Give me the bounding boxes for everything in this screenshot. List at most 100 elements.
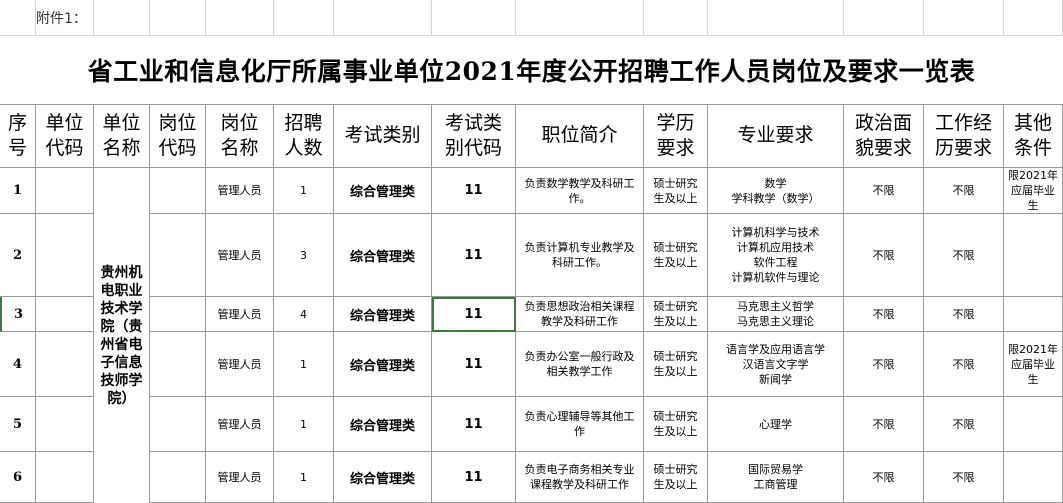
- grid-cell[interactable]: [844, 0, 924, 36]
- cell-unit-code[interactable]: [36, 297, 94, 332]
- cell-intro[interactable]: 负责办公室一般行政及相关教学工作: [516, 332, 644, 397]
- header-post-name: 岗位 名称: [206, 104, 274, 168]
- header-unit-name: 单位 名称: [94, 104, 150, 168]
- cell-major[interactable]: 计算机科学与技术 计算机应用技术 软件工程 计算机软件与理论: [708, 214, 844, 297]
- cell-experience[interactable]: 不限: [924, 168, 1004, 214]
- grid-cell[interactable]: [708, 0, 844, 36]
- cell-exam-code[interactable]: 11: [432, 397, 516, 452]
- cell-count[interactable]: 1: [274, 332, 334, 397]
- cell-unit-code[interactable]: [36, 452, 94, 503]
- cell-exam-type[interactable]: 综合管理类: [334, 452, 432, 503]
- cell-post-code[interactable]: [150, 452, 206, 503]
- cell-count[interactable]: 1: [274, 397, 334, 452]
- cell-unit-code[interactable]: [36, 214, 94, 297]
- cell-other[interactable]: [1004, 214, 1063, 297]
- grid-cell[interactable]: [274, 0, 334, 36]
- cell-other[interactable]: 限2021年应届毕业生: [1004, 332, 1063, 397]
- cell-major[interactable]: 语言学及应用语言学 汉语言文字学 新闻学: [708, 332, 844, 397]
- cell-seq[interactable]: 4: [0, 332, 36, 397]
- cell-experience[interactable]: 不限: [924, 332, 1004, 397]
- header-other: 其他 条件: [1004, 104, 1063, 168]
- cell-seq[interactable]: 6: [0, 452, 36, 503]
- cell-count[interactable]: 1: [274, 452, 334, 503]
- cell-intro[interactable]: 负责心理辅导等其他工作: [516, 397, 644, 452]
- cell-major[interactable]: 马克思主义哲学 马克思主义理论: [708, 297, 844, 332]
- grid-cell[interactable]: [334, 0, 432, 36]
- cell-education[interactable]: 硕士研究生及以上: [644, 397, 708, 452]
- grid-cell[interactable]: [206, 0, 274, 36]
- cell-intro[interactable]: 负责电子商务相关专业课程教学及科研工作: [516, 452, 644, 503]
- cell-other[interactable]: 限2021年应届毕业生: [1004, 168, 1063, 214]
- grid-cell[interactable]: [644, 0, 708, 36]
- cell-education[interactable]: 硕士研究生及以上: [644, 214, 708, 297]
- cell-other[interactable]: [1004, 397, 1063, 452]
- cell-post-name[interactable]: 管理人员: [206, 452, 274, 503]
- cell-seq[interactable]: 2: [0, 214, 36, 297]
- cell-post-name[interactable]: 管理人员: [206, 168, 274, 214]
- cell-post-name[interactable]: 管理人员: [206, 397, 274, 452]
- header-exam-type: 考试类别: [334, 104, 432, 168]
- cell-intro[interactable]: 负责思想政治相关课程教学及科研工作: [516, 297, 644, 332]
- header-post-code: 岗位 代码: [150, 104, 206, 168]
- cell-experience[interactable]: 不限: [924, 397, 1004, 452]
- cell-education[interactable]: 硕士研究生及以上: [644, 297, 708, 332]
- grid-cell[interactable]: [94, 0, 150, 36]
- cell-political[interactable]: 不限: [844, 452, 924, 503]
- cell-experience[interactable]: 不限: [924, 452, 1004, 503]
- grid-cell[interactable]: [0, 0, 36, 36]
- cell-post-name[interactable]: 管理人员: [206, 332, 274, 397]
- cell-intro[interactable]: 负责数学教学及科研工作。: [516, 168, 644, 214]
- cell-post-name[interactable]: 管理人员: [206, 297, 274, 332]
- cell-exam-type[interactable]: 综合管理类: [334, 397, 432, 452]
- cell-unit-code[interactable]: [36, 332, 94, 397]
- cell-experience[interactable]: 不限: [924, 297, 1004, 332]
- cell-other[interactable]: [1004, 297, 1063, 332]
- header-political: 政治面 貌要求: [844, 104, 924, 168]
- cell-exam-code[interactable]: 11: [432, 214, 516, 297]
- cell-other[interactable]: [1004, 452, 1063, 503]
- cell-education[interactable]: 硕士研究生及以上: [644, 332, 708, 397]
- cell-seq[interactable]: 3: [0, 297, 36, 332]
- grid-cell[interactable]: [1004, 0, 1063, 36]
- cell-post-code[interactable]: [150, 332, 206, 397]
- cell-education[interactable]: 硕士研究生及以上: [644, 452, 708, 503]
- cell-major[interactable]: 数学 学科教学（数学）: [708, 168, 844, 214]
- cell-political[interactable]: 不限: [844, 397, 924, 452]
- cell-seq[interactable]: 5: [0, 397, 36, 452]
- cell-count[interactable]: 1: [274, 168, 334, 214]
- grid-cell[interactable]: [150, 0, 206, 36]
- cell-political[interactable]: 不限: [844, 214, 924, 297]
- cell-major[interactable]: 国际贸易学 工商管理: [708, 452, 844, 503]
- header-unit-code: 单位 代码: [36, 104, 94, 168]
- annex-label: 附件1：: [36, 10, 87, 27]
- cell-exam-code[interactable]: 11: [432, 168, 516, 214]
- unit-name-cell[interactable]: 贵州机电职业技术学院（贵州省电子信息技师学院）: [94, 168, 150, 503]
- grid-cell[interactable]: [924, 0, 1004, 36]
- cell-exam-type[interactable]: 综合管理类: [334, 214, 432, 297]
- grid-cell[interactable]: [432, 0, 516, 36]
- cell-political[interactable]: 不限: [844, 297, 924, 332]
- cell-exam-code[interactable]: 11: [432, 297, 516, 332]
- cell-exam-type[interactable]: 综合管理类: [334, 332, 432, 397]
- cell-experience[interactable]: 不限: [924, 214, 1004, 297]
- cell-political[interactable]: 不限: [844, 332, 924, 397]
- cell-unit-code[interactable]: [36, 397, 94, 452]
- cell-unit-code[interactable]: [36, 168, 94, 214]
- cell-exam-type[interactable]: 综合管理类: [334, 168, 432, 214]
- cell-count[interactable]: 3: [274, 214, 334, 297]
- cell-exam-code[interactable]: 11: [432, 332, 516, 397]
- cell-post-code[interactable]: [150, 214, 206, 297]
- cell-seq[interactable]: 1: [0, 168, 36, 214]
- cell-post-code[interactable]: [150, 397, 206, 452]
- cell-post-name[interactable]: 管理人员: [206, 214, 274, 297]
- grid-cell[interactable]: [516, 0, 644, 36]
- cell-education[interactable]: 硕士研究生及以上: [644, 168, 708, 214]
- cell-exam-code[interactable]: 11: [432, 452, 516, 503]
- cell-count[interactable]: 4: [274, 297, 334, 332]
- cell-post-code[interactable]: [150, 168, 206, 214]
- cell-exam-type[interactable]: 综合管理类: [334, 297, 432, 332]
- cell-post-code[interactable]: [150, 297, 206, 332]
- cell-major[interactable]: 心理学: [708, 397, 844, 452]
- cell-intro[interactable]: 负责计算机专业教学及科研工作。: [516, 214, 644, 297]
- cell-political[interactable]: 不限: [844, 168, 924, 214]
